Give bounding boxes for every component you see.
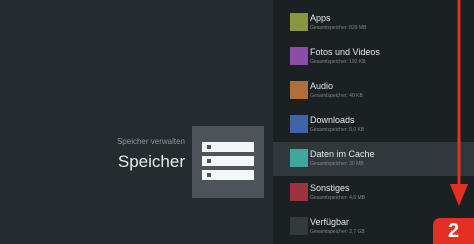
category-color-icon	[290, 183, 308, 201]
storage-bar-icon	[202, 170, 254, 180]
list-item-label: Daten im Cache	[310, 149, 375, 159]
list-item-label: Audio	[310, 81, 334, 91]
category-color-icon	[290, 115, 308, 133]
list-item-apps[interactable]: Apps Gesamtspeicher: 829 MB	[273, 6, 474, 40]
category-color-icon	[290, 149, 308, 167]
list-item-cached-data[interactable]: Daten im Cache Gesamtspeicher: 30 MB	[273, 142, 474, 176]
list-item-detail: Gesamtspeicher: 3,7 GB	[310, 229, 365, 235]
list-item-detail: Gesamtspeicher: 8,0 KB	[310, 127, 365, 133]
storage-header-pane: Speicher verwalten Speicher	[0, 0, 273, 244]
list-item-detail: Gesamtspeicher: 40 KB	[310, 93, 363, 99]
list-item-detail: Gesamtspeicher: 829 MB	[310, 25, 367, 31]
list-item-detail: Gesamtspeicher: 30 MB	[310, 161, 364, 167]
category-color-icon	[290, 13, 308, 31]
list-item-photos-videos[interactable]: Fotos und Videos Gesamtspeicher: 192 KB	[273, 40, 474, 74]
list-item-audio[interactable]: Audio Gesamtspeicher: 40 KB	[273, 74, 474, 108]
annotation-arrow-icon	[450, 0, 468, 206]
page-title: Speicher	[117, 152, 185, 171]
storage-bar-icon	[202, 142, 254, 152]
category-color-icon	[290, 217, 308, 235]
storage-bar-icon	[202, 156, 254, 166]
list-item-other[interactable]: Sonstiges Gesamtspeicher: 4,6 MB	[273, 176, 474, 210]
storage-screen: Speicher verwalten Speicher Apps Gesamts…	[0, 0, 474, 244]
list-item-label: Verfügbar	[310, 217, 350, 227]
list-item-detail: Gesamtspeicher: 4,6 MB	[310, 195, 366, 201]
category-color-icon	[290, 81, 308, 99]
page-subtitle: Speicher verwalten	[116, 137, 185, 146]
list-item-detail: Gesamtspeicher: 192 KB	[310, 59, 366, 65]
list-item-label: Apps	[310, 13, 331, 23]
list-item-label: Downloads	[310, 115, 355, 125]
list-item-label: Fotos und Videos	[310, 47, 380, 57]
list-item-downloads[interactable]: Downloads Gesamtspeicher: 8,0 KB	[273, 108, 474, 142]
list-item-label: Sonstiges	[310, 183, 350, 193]
step-badge: 2	[433, 218, 474, 244]
storage-category-list: Apps Gesamtspeicher: 829 MB Fotos und Vi…	[273, 0, 474, 244]
category-color-icon	[290, 47, 308, 65]
storage-icon	[192, 126, 264, 198]
